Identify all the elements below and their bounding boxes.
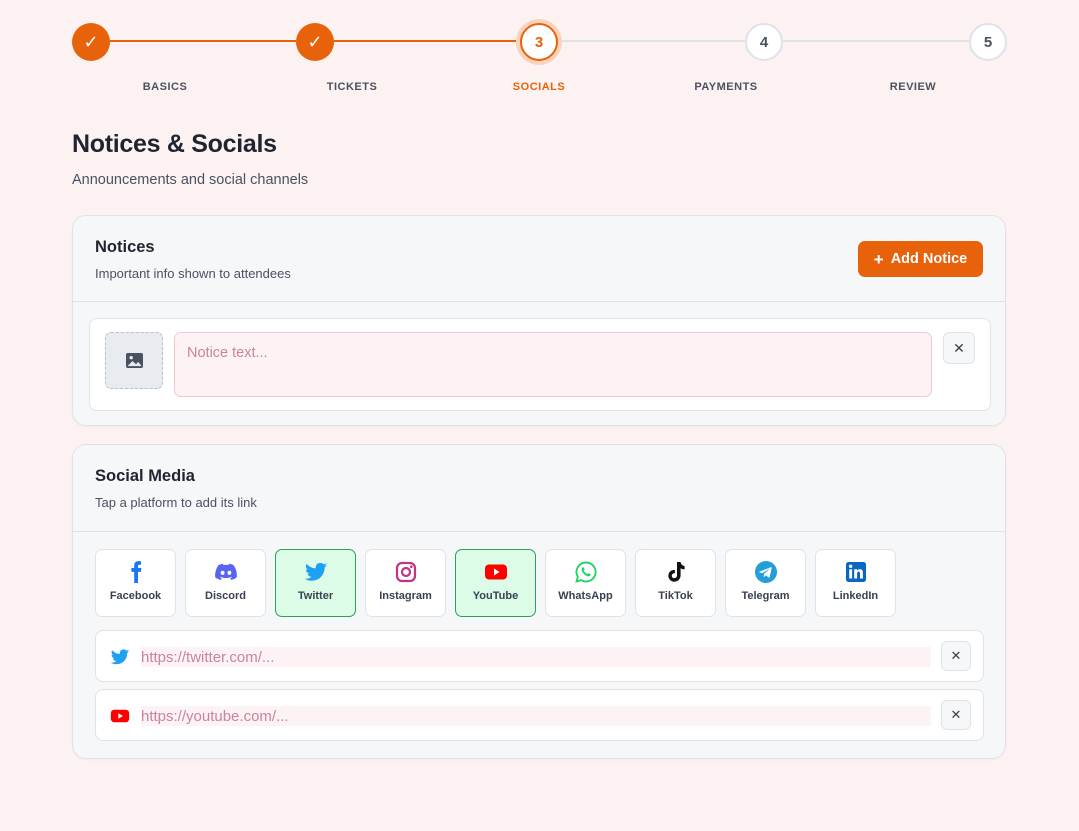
- platform-linkedin-button[interactable]: LinkedIn: [815, 549, 896, 617]
- platform-label: Telegram: [741, 590, 790, 602]
- platform-label: WhatsApp: [558, 590, 613, 602]
- remove-twitter-link-button[interactable]: ✕: [941, 641, 971, 671]
- platform-label: LinkedIn: [832, 590, 879, 602]
- platform-label: Facebook: [109, 590, 162, 602]
- telegram-icon: [754, 561, 777, 583]
- platform-label: TikTok: [658, 590, 693, 602]
- close-icon: ✕: [950, 648, 962, 663]
- youtube-icon: [484, 564, 507, 580]
- step-3-circle[interactable]: 3: [520, 23, 558, 61]
- platform-label: Instagram: [379, 590, 432, 602]
- platform-facebook-button[interactable]: Facebook: [95, 549, 176, 617]
- social-header: Social Media Tap a platform to add its l…: [73, 445, 1005, 532]
- tiktok-icon: [667, 562, 685, 582]
- step-connector: [558, 40, 745, 42]
- youtube-icon: [110, 709, 130, 723]
- youtube-url-input[interactable]: [141, 706, 931, 726]
- plus-icon: +: [873, 249, 884, 269]
- step-number: 5: [983, 33, 993, 51]
- platform-whatsapp-button[interactable]: WhatsApp: [545, 549, 626, 617]
- step-label-socials: SOCIALS: [512, 81, 566, 93]
- discord-icon: [214, 563, 237, 580]
- step-1-circle[interactable]: ✓: [72, 23, 110, 61]
- platform-discord-button[interactable]: Discord: [185, 549, 266, 617]
- linkedin-icon: [845, 562, 866, 582]
- check-icon: ✓: [307, 31, 323, 52]
- notices-header: Notices Important info shown to attendee…: [73, 216, 1005, 302]
- step-2-circle[interactable]: ✓: [296, 23, 334, 61]
- page-subtitle: Announcements and social channels: [72, 172, 309, 188]
- step-connector: [334, 40, 520, 42]
- platform-instagram-button[interactable]: Instagram: [365, 549, 446, 617]
- facebook-icon: [130, 561, 141, 583]
- step-5-circle[interactable]: 5: [969, 23, 1007, 61]
- twitter-icon: [110, 649, 130, 665]
- platform-label: Twitter: [297, 590, 334, 602]
- platform-tiktok-button[interactable]: TikTok: [635, 549, 716, 617]
- step-connector: [783, 40, 969, 42]
- twitter-icon: [304, 562, 327, 581]
- notices-description: Important info shown to attendees: [95, 266, 291, 281]
- step-number: 4: [759, 33, 769, 51]
- step-number: 3: [534, 33, 544, 51]
- notice-item: ✕: [89, 318, 991, 411]
- platform-label: YouTube: [472, 590, 519, 602]
- platform-telegram-button[interactable]: Telegram: [725, 549, 806, 617]
- page-title: Notices & Socials: [72, 130, 277, 158]
- twitter-link-row: ✕: [95, 630, 984, 682]
- twitter-url-input[interactable]: [141, 647, 931, 667]
- step-4-circle[interactable]: 4: [745, 23, 783, 61]
- close-icon: ✕: [953, 339, 965, 356]
- social-media-card: Social Media Tap a platform to add its l…: [72, 444, 1006, 759]
- step-label-payments: PAYMENTS: [694, 81, 758, 93]
- notice-text-input[interactable]: [174, 332, 932, 397]
- add-notice-label: Add Notice: [890, 251, 968, 267]
- remove-youtube-link-button[interactable]: ✕: [941, 700, 971, 730]
- notices-title: Notices: [95, 238, 155, 256]
- whatsapp-icon: [574, 561, 597, 583]
- step-label-review: REVIEW: [889, 81, 937, 93]
- social-description: Tap a platform to add its link: [95, 495, 257, 510]
- check-icon: ✓: [83, 31, 99, 52]
- remove-notice-button[interactable]: ✕: [943, 332, 975, 364]
- notice-image-upload[interactable]: [105, 332, 163, 389]
- add-notice-button[interactable]: + Add Notice: [858, 241, 983, 277]
- step-connector: [110, 40, 296, 42]
- instagram-icon: [395, 561, 416, 583]
- close-icon: ✕: [950, 707, 962, 722]
- platform-label: Discord: [205, 590, 246, 602]
- notices-card: Notices Important info shown to attendee…: [72, 215, 1006, 426]
- social-title: Social Media: [95, 467, 195, 485]
- platform-twitter-button[interactable]: Twitter: [275, 549, 356, 617]
- image-icon: [125, 352, 143, 369]
- step-label-tickets: TICKETS: [326, 81, 378, 93]
- platform-youtube-button[interactable]: YouTube: [455, 549, 536, 617]
- youtube-link-row: ✕: [95, 689, 984, 741]
- step-label-basics: BASICS: [142, 81, 188, 93]
- progress-stepper: ✓ ✓ 3 4 5 BASICS TICKETS SOCIALS PAYMENT…: [0, 0, 1079, 100]
